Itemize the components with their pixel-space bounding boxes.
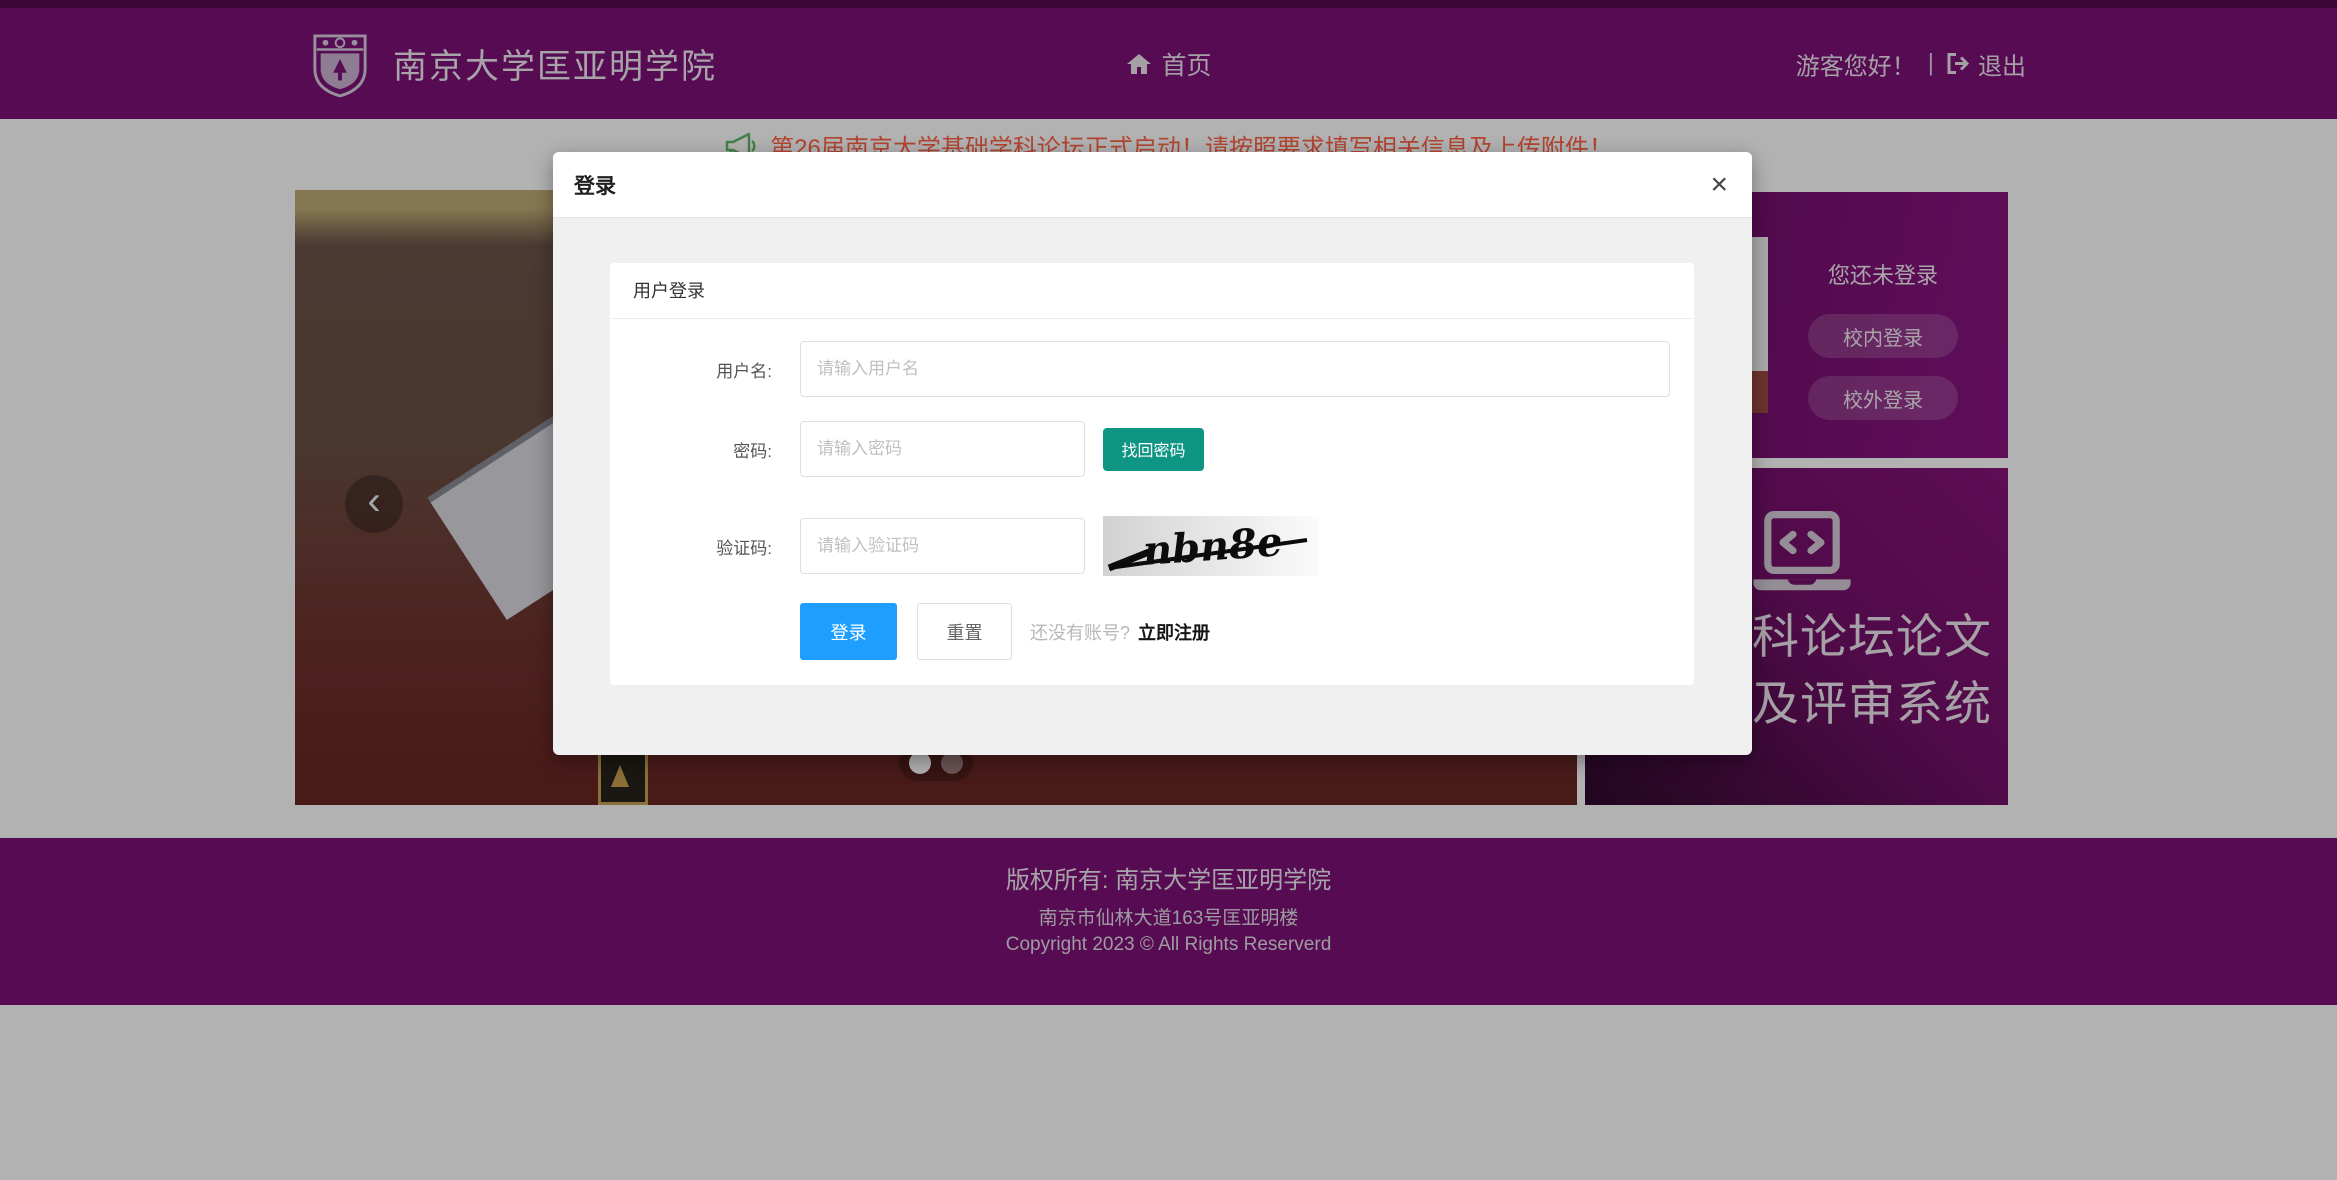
reset-button[interactable]: 重置 bbox=[917, 603, 1012, 660]
modal-body: 用户登录 用户名: 密码: 找回密码 验证码: bbox=[553, 218, 1752, 685]
captcha-input[interactable] bbox=[800, 518, 1085, 574]
password-label: 密码: bbox=[610, 437, 800, 462]
register-link[interactable]: 立即注册 bbox=[1138, 619, 1210, 645]
no-account-text: 还没有账号? bbox=[1030, 619, 1130, 645]
login-modal: 登录 × 用户登录 用户名: 密码: 找回密码 验证码: bbox=[553, 152, 1752, 755]
modal-header: 登录 × bbox=[553, 152, 1752, 218]
captcha-image[interactable]: nbn8e bbox=[1103, 516, 1319, 576]
login-button[interactable]: 登录 bbox=[800, 603, 897, 660]
password-input[interactable] bbox=[800, 421, 1085, 477]
modal-title: 登录 bbox=[574, 170, 616, 200]
captcha-label: 验证码: bbox=[610, 534, 800, 559]
username-input[interactable] bbox=[800, 341, 1670, 397]
login-card: 用户登录 用户名: 密码: 找回密码 验证码: bbox=[610, 263, 1694, 685]
captcha-row: 验证码: nbn8e bbox=[610, 516, 1694, 576]
password-row: 密码: 找回密码 bbox=[610, 421, 1694, 477]
login-card-title: 用户登录 bbox=[610, 263, 1694, 319]
username-row: 用户名: bbox=[610, 341, 1694, 397]
actions-row: 登录 重置 还没有账号? 立即注册 bbox=[610, 603, 1694, 660]
username-label: 用户名: bbox=[610, 357, 800, 382]
close-icon[interactable]: × bbox=[1710, 170, 1728, 200]
recover-password-button[interactable]: 找回密码 bbox=[1103, 428, 1204, 471]
